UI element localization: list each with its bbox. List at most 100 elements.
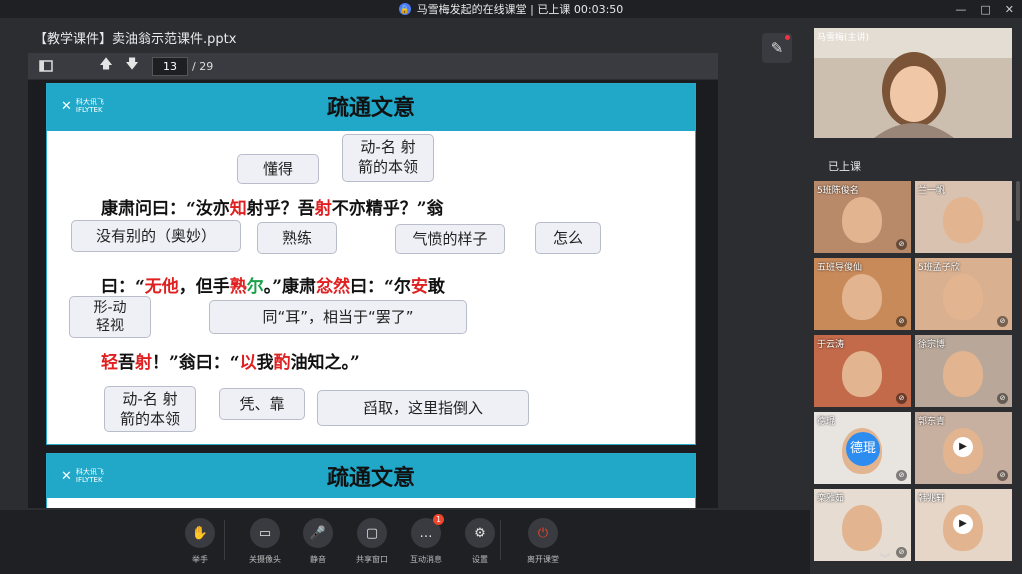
teacher-video[interactable]: 马雪梅(主讲) (814, 28, 1012, 138)
student-video-tile[interactable]: 郭东青 ▶ ⊘ (915, 412, 1012, 484)
maximize-button[interactable]: □ (980, 3, 990, 16)
document-toolbar: 🡅 🡇 13 / 29 (28, 53, 718, 79)
annotation-bubble: 动-名 射 箭的本领 (104, 386, 196, 432)
annotation-bubble: 同“耳”，相当于“罢了” (209, 300, 467, 334)
chat-button[interactable]: … 1 互动消息 (398, 514, 454, 565)
gear-icon: ⚙ (465, 518, 495, 548)
mic-muted-icon: ⊘ (896, 470, 907, 481)
hand-icon: ✋ (185, 518, 215, 548)
control-label: 关摄像头 (249, 555, 281, 564)
camera-icon: ▭ (250, 518, 280, 548)
document-title: 【教学课件】卖油翁示范课件.pptx (34, 32, 237, 47)
window-titlebar: 🔒 马雪梅发起的在线课堂 | 已上课 00:03:50 — □ ✕ (0, 0, 1022, 18)
student-name: 5班孟子欣 (918, 263, 960, 273)
annotation-bubble: 懂得 (237, 154, 319, 184)
page-total: / 29 (192, 59, 214, 73)
power-icon: ⏻ (528, 518, 558, 548)
slide-viewer[interactable]: ✕ 科大讯飞 IFLYTEK 疏通文意 懂得 动-名 射 箭的本领 康肃问曰：“汝… (28, 80, 718, 508)
text-line-3: 轻吾射！”翁曰：“以我酌油知之。” (101, 353, 360, 373)
annotation-bubble: 动-名 射 箭的本领 (342, 134, 434, 182)
annotation-bubble: 凭、靠 (219, 388, 305, 420)
student-video-tile[interactable]: 兰一帆 (915, 181, 1012, 253)
student-image (842, 351, 882, 397)
student-video-tile[interactable]: 于云涛 ⊘ (814, 335, 911, 407)
document-panel: 【教学课件】卖油翁示范课件.pptx 🡅 🡇 13 / 29 ✕ 科大讯飞 IFL… (0, 18, 752, 510)
control-label: 互动消息 (410, 555, 442, 564)
student-image (842, 505, 882, 551)
sidebar-scrollbar[interactable] (1016, 181, 1020, 221)
annotation-bubble: 舀取，这里指倒入 (317, 390, 529, 426)
minimize-button[interactable]: — (955, 3, 966, 16)
student-image (943, 197, 983, 243)
control-label: 静音 (310, 555, 326, 564)
student-name: 德琨 (817, 417, 836, 427)
annotation-bubble: 怎么 (535, 222, 601, 254)
student-video-tile[interactable]: 5班陈俊名 ⊘ (814, 181, 911, 253)
next-page-icon[interactable]: 🡇 (124, 57, 140, 74)
previous-page-icon[interactable]: 🡅 (98, 57, 114, 74)
student-name: 郭东青 (918, 417, 946, 427)
text-line-2: 曰：“无他，但手熟尔。”康肃忿然曰：“尔安敢 (101, 277, 445, 297)
notes-button[interactable]: ✎ (762, 33, 792, 63)
unread-badge: 1 (433, 514, 444, 525)
slide-body: 懂得 动-名 射 箭的本领 康肃问曰：“汝亦知射乎？吾射不亦精乎？”翁 没有别的… (47, 128, 695, 438)
control-separator (224, 520, 225, 560)
slide-current: ✕ 科大讯飞 IFLYTEK 疏通文意 懂得 动-名 射 箭的本领 康肃问曰：“汝… (46, 83, 696, 445)
mic-muted-icon: ⊘ (896, 547, 907, 558)
student-video-tile[interactable]: 德琨 德琨 ⊘ (814, 412, 911, 484)
mic-muted-icon: ⊘ (896, 393, 907, 404)
camera-button[interactable]: ▭ 关摄像头 (237, 518, 293, 565)
mic-muted-icon: ⊘ (997, 393, 1008, 404)
slide-title: 疏通文意 (326, 96, 415, 121)
power-button[interactable]: ⏻ 离开课堂 (515, 518, 571, 565)
annotation-bubble: 气愤的样子 (395, 224, 505, 254)
student-image (842, 274, 882, 320)
student-name: 5班陈俊名 (817, 186, 859, 196)
student-image (842, 197, 882, 243)
control-label: 共享窗口 (356, 555, 388, 564)
student-avatar: 德琨 (846, 432, 880, 466)
class-status: 已上课 (828, 160, 861, 173)
student-video-tile[interactable]: 韩兆轩 ▶ (915, 489, 1012, 561)
chat-icon: … 1 (411, 514, 444, 548)
screen-share-icon: ▢ (357, 518, 387, 548)
student-name: 栾雅茹 (817, 494, 845, 504)
microphone-icon: 🎤 (303, 518, 333, 548)
notification-dot (785, 35, 790, 40)
slide-header: ✕ 科大讯飞 IFLYTEK 疏通文意 (47, 84, 695, 128)
student-name: 五班导俊仙 (817, 263, 863, 273)
annotation-bubble: 熟练 (257, 222, 337, 254)
student-video-tile[interactable]: 栾雅茹 ⊘ (814, 489, 911, 561)
student-video-tile[interactable]: 徐宗博 ⊘ (915, 335, 1012, 407)
student-name: 韩兆轩 (918, 494, 946, 504)
mic-muted-icon: ⊘ (896, 316, 907, 327)
slide-header: ✕ 科大讯飞 IFLYTEK 疏通文意 (47, 454, 695, 498)
hand-button[interactable]: ✋ 举手 (172, 518, 228, 565)
close-button[interactable]: ✕ (1005, 3, 1014, 16)
slide-title: 疏通文意 (326, 466, 415, 491)
mic-muted-icon: ⊘ (896, 239, 907, 250)
lock-icon: 🔒 (398, 3, 411, 15)
text-line-1: 康肃问曰：“汝亦知射乎？吾射不亦精乎？”翁 (101, 199, 444, 219)
mic-muted-icon: ⊘ (997, 316, 1008, 327)
window-title: 马雪梅发起的在线课堂 | 已上课 00:03:50 (416, 3, 624, 16)
teacher-image (814, 28, 1012, 138)
student-video-tile[interactable]: 五班导俊仙 ⊘ (814, 258, 911, 330)
screen-share-button[interactable]: ▢ 共享窗口 (344, 518, 400, 565)
page-number-input[interactable]: 13 (152, 56, 188, 76)
control-label: 离开课堂 (527, 555, 559, 564)
control-bar: ✋ 举手 ▭ 关摄像头 🎤 静音 ▢ 共享窗口… 1 互动消息 ⚙ 设置 ⏻ 离开课堂 (0, 510, 810, 574)
scroll-down-icon[interactable]: ︾ (880, 550, 890, 565)
microphone-button[interactable]: 🎤 静音 (290, 518, 346, 565)
play-icon[interactable]: ▶ (953, 514, 973, 534)
sidebar-toggle-icon[interactable] (38, 58, 54, 74)
control-label: 举手 (192, 555, 208, 564)
student-image (943, 351, 983, 397)
student-video-tile[interactable]: 5班孟子欣 ⊘ (915, 258, 1012, 330)
student-name: 兰一帆 (918, 186, 946, 196)
mic-muted-icon: ⊘ (997, 470, 1008, 481)
slide-next: ✕ 科大讯飞 IFLYTEK 疏通文意 (46, 453, 696, 508)
student-name: 徐宗博 (918, 340, 946, 350)
play-icon[interactable]: ▶ (953, 437, 973, 457)
student-image (943, 274, 983, 320)
